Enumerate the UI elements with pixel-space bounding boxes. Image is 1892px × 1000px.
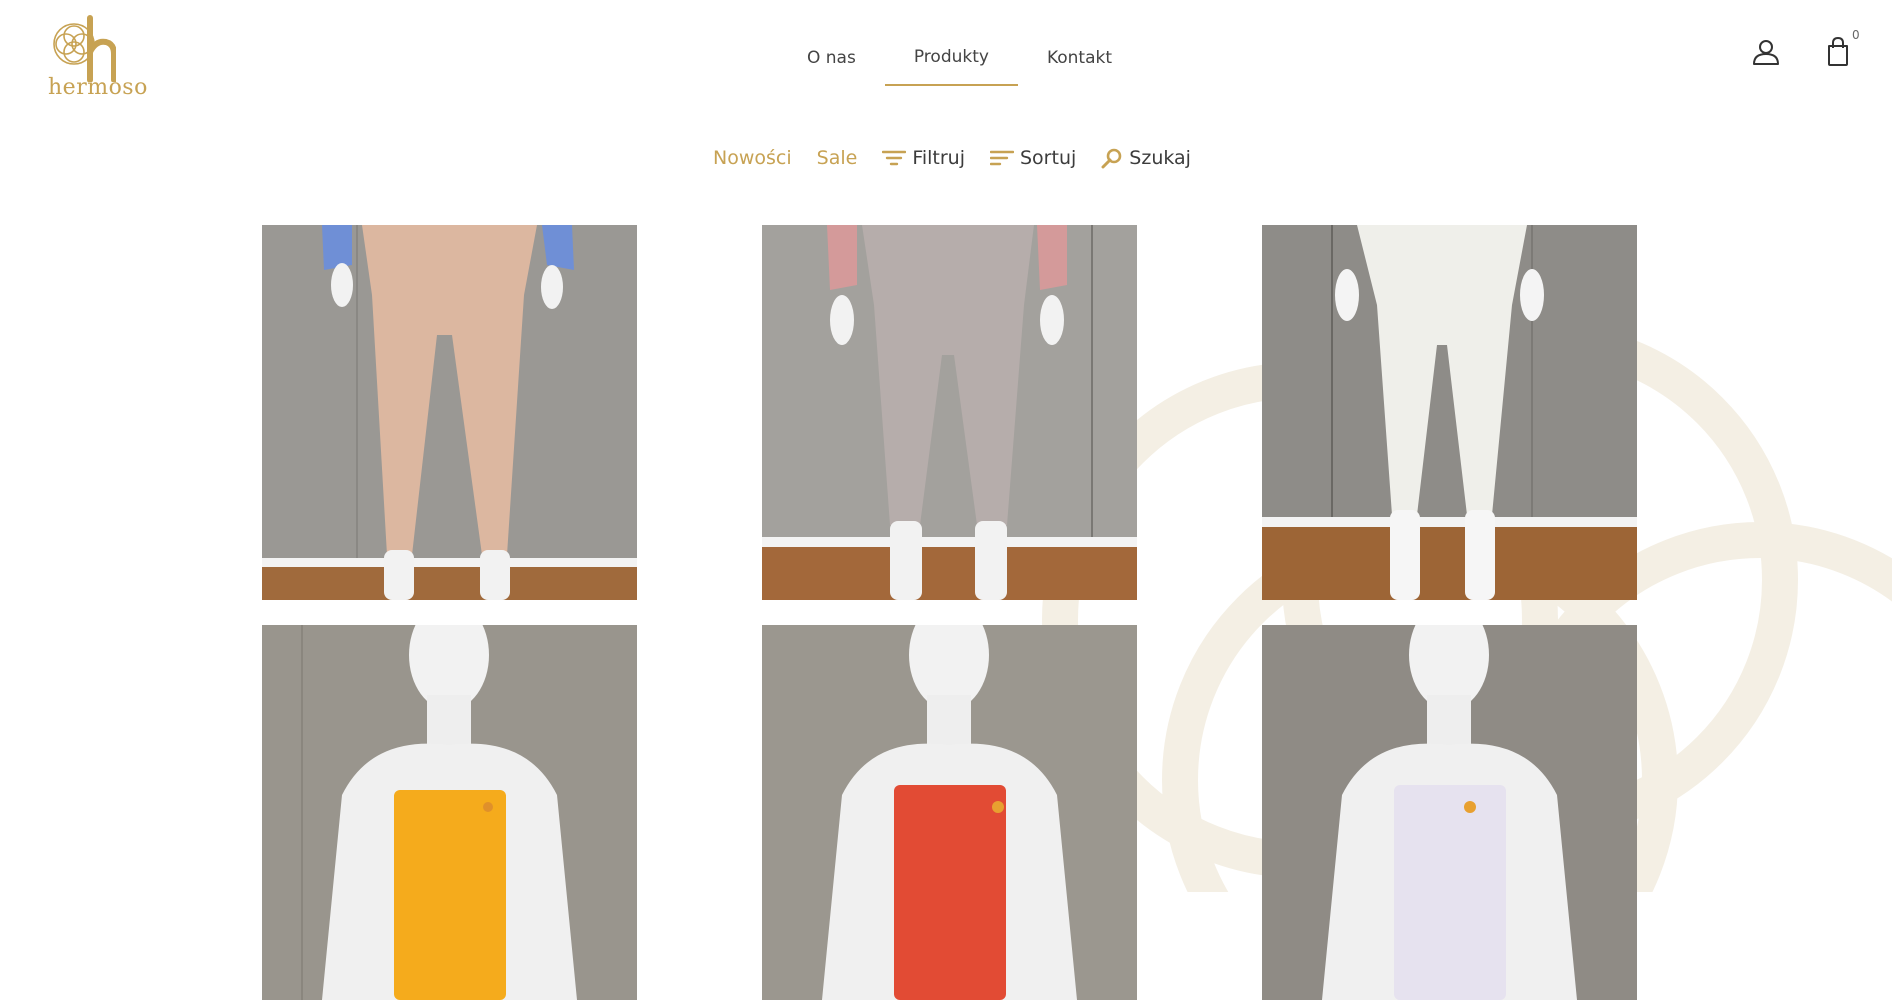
product-image <box>762 625 1137 1000</box>
site-header: hermoso O nas Produkty Kontakt 0 <box>0 0 1892 110</box>
product-toolbar: Nowości Sale Filtruj Sortuj Szukaj <box>713 144 1216 172</box>
product-card[interactable] <box>762 625 1137 1000</box>
filter-button[interactable]: Filtruj <box>882 147 965 169</box>
nav-item-about[interactable]: O nas <box>778 38 885 84</box>
nav-item-contact[interactable]: Kontakt <box>1018 38 1141 84</box>
search-label: Szukaj <box>1129 147 1191 169</box>
brand-name: hermoso <box>48 75 148 100</box>
product-image <box>262 225 637 600</box>
product-image <box>262 625 637 1000</box>
user-icon <box>1753 40 1779 65</box>
filter-new-link[interactable]: Nowości <box>713 147 792 169</box>
product-image <box>1262 225 1637 600</box>
product-card[interactable] <box>262 225 637 600</box>
sort-button[interactable]: Sortuj <box>990 147 1076 169</box>
product-card[interactable] <box>762 225 1137 600</box>
sort-label: Sortuj <box>1020 147 1077 169</box>
product-card[interactable] <box>1262 625 1637 1000</box>
search-icon <box>1101 147 1123 169</box>
account-button[interactable] <box>1746 32 1786 72</box>
product-image <box>762 225 1137 600</box>
cart-count-badge: 0 <box>1852 28 1860 42</box>
logo-mark-icon <box>53 15 116 82</box>
shopping-bag-icon <box>1828 37 1848 66</box>
brand-logo[interactable]: hermoso <box>46 12 148 104</box>
sort-icon <box>990 149 1014 167</box>
filter-icon <box>882 149 907 167</box>
nav-item-products[interactable]: Produkty <box>884 38 1019 86</box>
product-image <box>1262 625 1637 1000</box>
product-card[interactable] <box>262 625 637 1000</box>
product-card[interactable] <box>1262 225 1637 600</box>
filter-label: Filtruj <box>912 147 965 169</box>
filter-sale-link[interactable]: Sale <box>817 147 858 169</box>
main-navigation: O nas Produkty Kontakt <box>778 38 1141 94</box>
search-button[interactable]: Szukaj <box>1101 147 1191 169</box>
